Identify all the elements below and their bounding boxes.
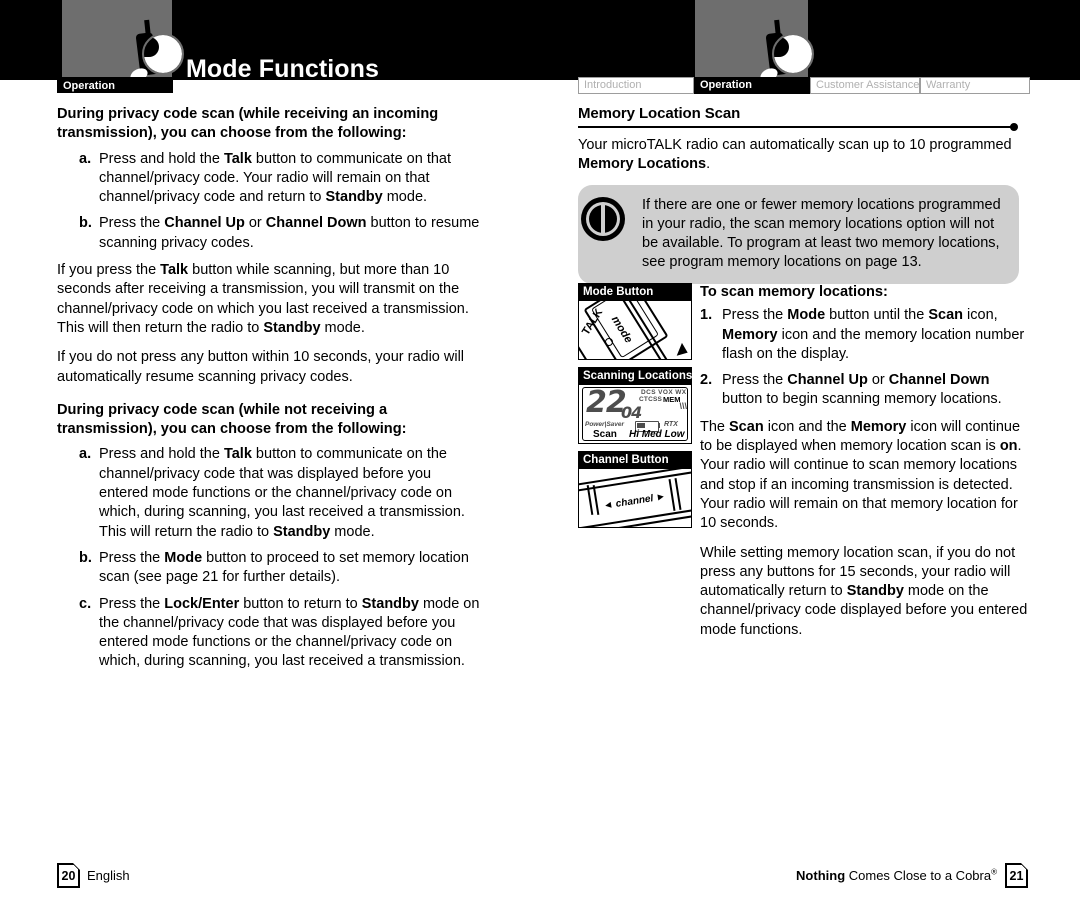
list-text: Press the Channel Up or Channel Down but… xyxy=(722,372,1002,408)
list-marker: 1. xyxy=(700,307,713,324)
list-text: Press the Mode button until the Scan ico… xyxy=(722,307,1025,362)
right-column: Memory Location Scan Your microTALK radi… xyxy=(578,105,1028,296)
list-text: Press the Mode button to proceed to set … xyxy=(99,549,469,586)
heading-rule-line xyxy=(578,126,1012,128)
footer-tagline-bold: Nothing xyxy=(796,868,846,884)
list-item: b. Press the Mode button to proceed to s… xyxy=(57,549,482,588)
lcd-rtx-indicator: RTX xyxy=(664,421,678,428)
channel-label: ◄ channel ► xyxy=(602,491,667,512)
list-marker: a. xyxy=(79,150,92,167)
list-marker: 2. xyxy=(700,372,713,389)
heading-rule xyxy=(578,123,1028,133)
list-marker: b. xyxy=(79,549,92,566)
figure-channel-button: Channel Button ◄ channel ► xyxy=(578,451,692,528)
lcd-battery-cap xyxy=(658,423,660,428)
section-tab-operation-left: Operation xyxy=(57,77,173,93)
figure-caption: Mode Button xyxy=(579,284,691,301)
lcd-indicators-row2: CTCSS xyxy=(639,396,663,403)
right-steps-list: 1. Press the Mode button until the Scan … xyxy=(700,306,1028,409)
left-block1-list: a. Press and hold the Talk button to com… xyxy=(57,150,482,253)
footer-tagline-rest: Comes Close to a Cobra xyxy=(845,868,992,884)
list-item: b. Press the Channel Up or Channel Down … xyxy=(57,214,482,253)
list-item: a. Press and hold the Talk button to com… xyxy=(57,445,482,541)
lcd-signal-bars-icon: \\\ xyxy=(679,401,687,411)
manual-page: Mode Functions Operation Introduction Op… xyxy=(0,0,1080,920)
left-block2-list: a. Press and hold the Talk button to com… xyxy=(57,445,482,671)
note-info-icon xyxy=(581,196,625,241)
note-text: If there are one or fewer memory locatio… xyxy=(642,196,1001,271)
page-title: Mode Functions xyxy=(186,55,380,83)
right-para2: While setting memory location scan, if y… xyxy=(700,544,1028,638)
note-callout: If there are one or fewer memory locatio… xyxy=(578,184,1019,284)
lcd-code-number: 04 xyxy=(621,403,642,422)
page-footer: 20 English Nothing Comes Close to a Cobra… xyxy=(0,860,1080,888)
lcd-display: 22 04 DCS VOX WX CTCSS MEM Power|Saver R… xyxy=(579,385,691,443)
right-sub-lead: To scan memory locations: xyxy=(700,284,888,300)
figure-caption: Scanning Locations xyxy=(579,368,692,385)
right-column-steps: To scan memory locations: 1. Press the M… xyxy=(700,283,1028,650)
left-block1-lead: During privacy code scan (while receivin… xyxy=(57,106,439,142)
list-text: Press and hold the Talk button to commun… xyxy=(99,150,451,206)
tab-customer-assistance[interactable]: Customer Assistance xyxy=(810,77,920,94)
figure-caption: Channel Button xyxy=(579,452,691,469)
list-item: 2. Press the Channel Up or Channel Down … xyxy=(700,371,1028,410)
left-column: During privacy code scan (while receivin… xyxy=(57,105,482,680)
page-number-left: 20 xyxy=(57,863,80,888)
list-item: 1. Press the Mode button until the Scan … xyxy=(700,306,1028,364)
page-number-right: 21 xyxy=(1005,863,1028,888)
footer-left: 20 English xyxy=(57,863,130,888)
registered-mark-icon: ® xyxy=(991,867,997,877)
right-intro: Your microTALK radio can automatically s… xyxy=(578,137,1012,173)
lcd-memory-icon: MEM xyxy=(663,395,681,404)
list-item: c. Press the Lock/Enter button to return… xyxy=(57,595,482,672)
figure-stack: Mode Button mode TALK Scanning Locations… xyxy=(578,283,692,535)
heading-rule-dot xyxy=(1010,123,1018,131)
list-text: Press the Channel Up or Channel Down but… xyxy=(99,215,480,251)
list-text: Press the Lock/Enter button to return to… xyxy=(99,595,480,670)
footer-tagline: Nothing Comes Close to a Cobra® xyxy=(796,868,997,883)
figure-scanning-locations: Scanning Locations 22 04 DCS VOX WX CTCS… xyxy=(578,367,692,444)
mode-button-photo: mode TALK xyxy=(579,301,691,359)
lcd-channel-number: 22 xyxy=(586,385,627,420)
section-tabs: Introduction Operation Customer Assistan… xyxy=(578,77,1030,94)
tab-introduction[interactable]: Introduction xyxy=(578,77,694,94)
lcd-power-levels: Hi Med Low xyxy=(629,429,685,440)
tab-warranty[interactable]: Warranty xyxy=(920,77,1030,94)
list-text: Press and hold the Talk button to commun… xyxy=(99,446,465,540)
left-block1-para1: If you press the Talk button while scann… xyxy=(57,262,469,336)
lcd-scan-icon: Scan xyxy=(593,429,617,440)
footer-right: Nothing Comes Close to a Cobra® 21 xyxy=(796,863,1028,888)
section-heading: Memory Location Scan xyxy=(578,105,741,122)
list-item: a. Press and hold the Talk button to com… xyxy=(57,150,482,208)
list-marker: c. xyxy=(79,595,92,612)
footer-language-label: English xyxy=(87,868,130,883)
right-para1: The Scan icon and the Memory icon will c… xyxy=(700,418,1022,532)
left-block2-lead: During privacy code scan (while not rece… xyxy=(57,401,407,438)
left-block1-para2: If you do not press any button within 10… xyxy=(57,349,465,385)
channel-button-photo: ◄ channel ► xyxy=(579,469,691,527)
list-marker: a. xyxy=(79,446,92,463)
tab-operation[interactable]: Operation xyxy=(694,77,810,94)
list-marker: b. xyxy=(79,215,92,232)
figure-mode-button: Mode Button mode TALK xyxy=(578,283,692,360)
lcd-power-saver: Power|Saver xyxy=(585,421,625,428)
